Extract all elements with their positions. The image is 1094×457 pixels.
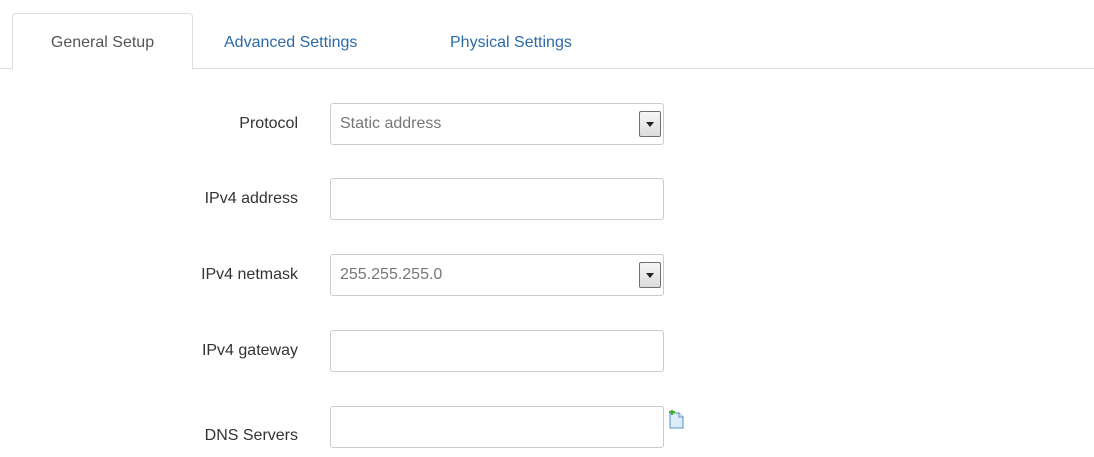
ipv4-gateway-row: IPv4 gateway [0,330,1094,372]
dns-servers-row: DNS Servers [0,406,1094,448]
chevron-down-icon[interactable] [639,262,661,288]
ipv4-netmask-selected-value: 255.255.255.0 [340,266,443,283]
add-entry-icon[interactable] [666,409,686,430]
chevron-down-icon[interactable] [639,111,661,137]
tab-general-setup[interactable]: General Setup [12,13,193,70]
ipv4-address-label: IPv4 address [204,190,298,207]
ipv4-address-row: IPv4 address [0,178,1094,220]
ipv4-netmask-row: IPv4 netmask 255.255.255.0 [0,254,1094,296]
ipv4-address-input[interactable] [330,178,664,220]
ipv4-gateway-input[interactable] [330,330,664,372]
ipv4-netmask-select[interactable]: 255.255.255.0 [330,254,664,296]
tab-advanced-settings[interactable]: Advanced Settings [204,13,377,69]
protocol-selected-value: Static address [340,115,442,132]
dns-servers-label: DNS Servers [204,427,298,444]
ipv4-gateway-label: IPv4 gateway [201,342,298,359]
protocol-select[interactable]: Static address [330,103,664,145]
tab-physical-settings[interactable]: Physical Settings [430,13,592,69]
tab-bar: General Setup Advanced Settings Physical… [0,0,1094,70]
protocol-row: Protocol Static address [0,103,1094,145]
dns-servers-input[interactable] [330,406,664,448]
protocol-label: Protocol [239,115,298,132]
ipv4-netmask-label: IPv4 netmask [201,266,298,283]
